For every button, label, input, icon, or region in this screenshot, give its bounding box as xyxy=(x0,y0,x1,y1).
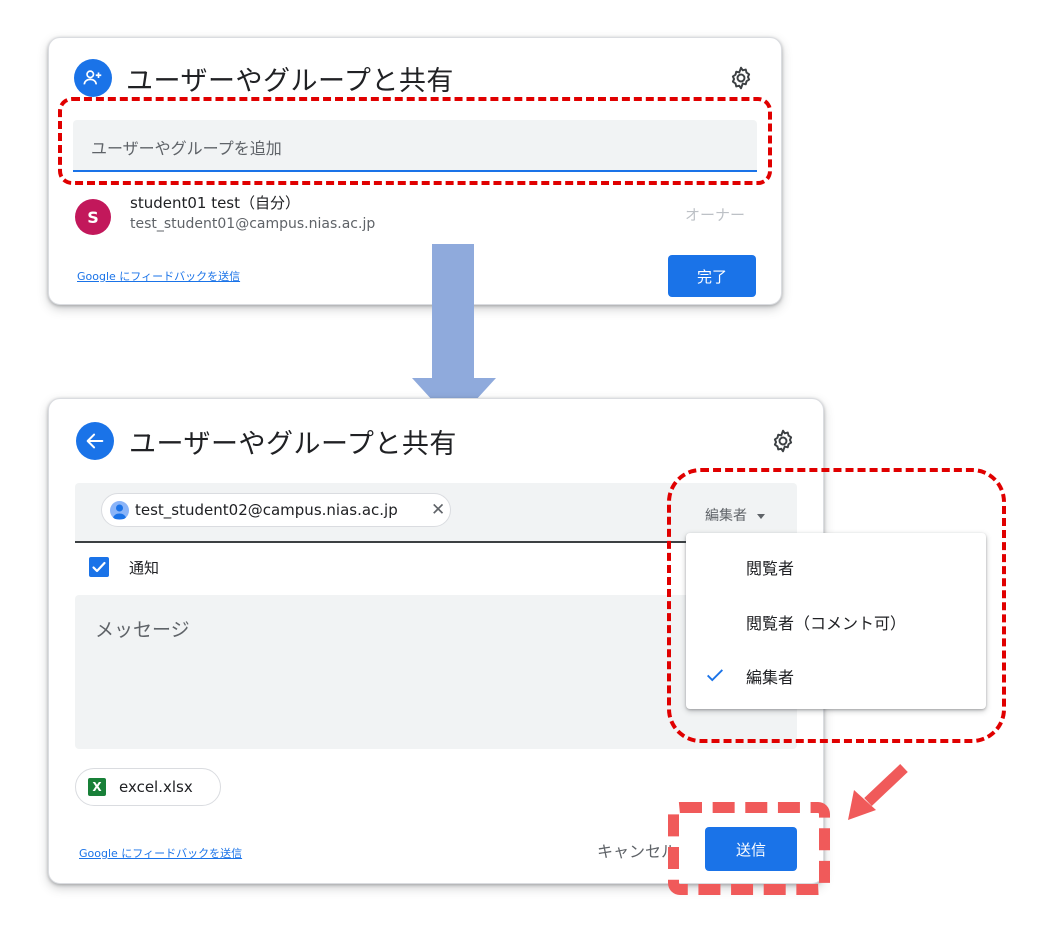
done-button[interactable]: 完了 xyxy=(668,255,756,297)
user-name: student01 test（自分） xyxy=(130,194,301,212)
message-placeholder: メッセージ xyxy=(95,619,190,641)
feedback-link[interactable]: Google にフィードバックを送信 xyxy=(77,268,240,284)
feedback-link[interactable]: Google にフィードバックを送信 xyxy=(79,845,242,861)
highlight-role-menu xyxy=(667,468,1006,743)
attached-file-chip[interactable]: X excel.xlsx xyxy=(75,768,221,806)
cancel-button[interactable]: キャンセル xyxy=(597,838,677,862)
person-avatar-icon xyxy=(110,501,129,520)
notify-label: 通知 xyxy=(129,559,160,577)
flow-arrow-shaft xyxy=(432,244,474,380)
recipient-chip[interactable]: test_student02@campus.nias.ac.jp ✕ xyxy=(101,493,451,527)
highlight-add-input xyxy=(58,97,772,185)
close-icon[interactable]: ✕ xyxy=(431,500,445,520)
back-arrow-icon[interactable] xyxy=(76,422,114,460)
gear-icon[interactable] xyxy=(770,428,796,454)
pointer-arrow-icon xyxy=(848,764,908,820)
excel-file-icon: X xyxy=(88,778,106,796)
person-add-icon xyxy=(74,59,112,97)
file-name: excel.xlsx xyxy=(119,778,193,796)
gear-icon[interactable] xyxy=(728,65,754,91)
owner-role-label: オーナー xyxy=(684,206,745,224)
dialog-title: ユーザーやグループと共有 xyxy=(126,66,454,97)
dialog-title: ユーザーやグループと共有 xyxy=(129,429,457,460)
user-email: test_student01@campus.nias.ac.jp xyxy=(130,216,376,232)
highlight-send-button xyxy=(668,802,830,895)
avatar: S xyxy=(75,199,111,235)
check-icon xyxy=(92,561,106,573)
notify-checkbox[interactable] xyxy=(89,557,109,577)
recipient-email: test_student02@campus.nias.ac.jp xyxy=(135,501,398,519)
